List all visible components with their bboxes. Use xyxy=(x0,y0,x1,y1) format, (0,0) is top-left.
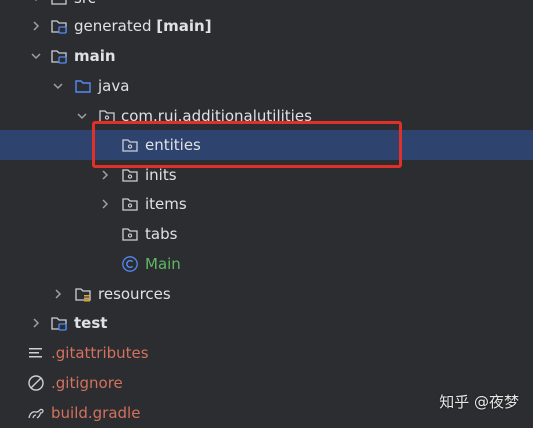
tree-item-label: java xyxy=(98,77,130,95)
source-folder-icon xyxy=(74,77,92,95)
module-folder-icon xyxy=(50,47,68,65)
resources-folder-icon xyxy=(74,285,92,303)
chevron-down-icon[interactable] xyxy=(30,0,42,4)
chevron-right-icon[interactable] xyxy=(99,169,111,181)
tree-item-entities[interactable]: entities xyxy=(0,130,533,160)
tree-item-label: test xyxy=(74,314,108,332)
tree-item-suffix: [main] xyxy=(156,17,212,35)
tree-item-label: entities xyxy=(145,136,201,154)
tree-item-label: inits xyxy=(145,166,177,184)
tree-item-generated[interactable]: generated [main] xyxy=(0,11,533,41)
tree-item-main[interactable]: main xyxy=(0,41,533,71)
gradle-icon xyxy=(27,404,45,422)
tree-item-label: build.gradle xyxy=(51,404,141,422)
watermark: 知乎 @夜梦 xyxy=(439,393,519,411)
tree-item-label: tabs xyxy=(145,225,178,243)
tree-item-label: items xyxy=(145,195,187,213)
tree-item-test[interactable]: test xyxy=(0,308,533,338)
ignore-file-icon xyxy=(27,374,45,392)
source-root-folder-icon xyxy=(50,17,68,35)
chevron-down-icon[interactable] xyxy=(52,80,64,92)
chevron-down-icon[interactable] xyxy=(76,110,88,122)
chevron-right-icon[interactable] xyxy=(52,288,64,300)
package-icon xyxy=(121,136,139,154)
tree-item-label: src xyxy=(74,0,96,7)
package-icon xyxy=(121,195,139,213)
java-class-icon xyxy=(121,255,139,273)
tree-item-java[interactable]: java xyxy=(0,71,533,101)
package-icon xyxy=(121,166,139,184)
text-file-icon xyxy=(27,344,45,362)
tree-item-resources[interactable]: resources xyxy=(0,279,533,309)
tree-item-label: generated [main] xyxy=(74,17,212,35)
project-tree: src generated [main] main java xyxy=(0,0,533,425)
tree-item-label: .gitignore xyxy=(51,374,123,392)
tree-item-main-class[interactable]: Main xyxy=(0,249,533,279)
tree-item-tabs[interactable]: tabs xyxy=(0,219,533,249)
tree-item-gitattributes[interactable]: .gitattributes xyxy=(0,338,533,368)
module-folder-icon xyxy=(50,314,68,332)
chevron-right-icon[interactable] xyxy=(30,317,42,329)
folder-icon xyxy=(50,0,68,7)
tree-item-items[interactable]: items xyxy=(0,189,533,219)
tree-item-label: com.rui.additionalutilities xyxy=(121,107,312,125)
package-icon xyxy=(121,225,139,243)
package-icon xyxy=(98,107,116,125)
tree-item-label: resources xyxy=(98,285,171,303)
chevron-right-icon[interactable] xyxy=(30,20,42,32)
chevron-right-icon[interactable] xyxy=(99,198,111,210)
tree-item-package[interactable]: com.rui.additionalutilities xyxy=(0,101,533,131)
tree-item-label: Main xyxy=(145,255,181,273)
chevron-down-icon[interactable] xyxy=(30,50,42,62)
tree-item-label: main xyxy=(74,47,116,65)
tree-item-label: .gitattributes xyxy=(51,344,149,362)
tree-item-inits[interactable]: inits xyxy=(0,160,533,190)
tree-item-name: generated xyxy=(74,17,152,35)
